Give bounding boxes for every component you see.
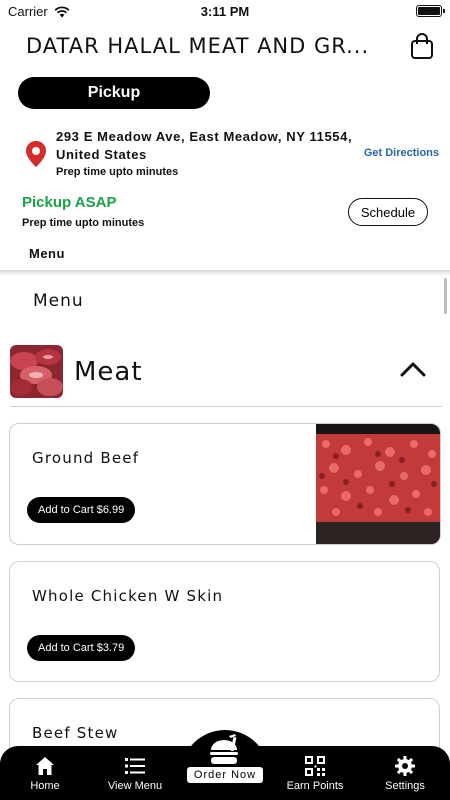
chevron-up-icon[interactable]: [400, 361, 426, 377]
header-divider: [0, 270, 450, 276]
app-header: DATAR HALAL MEAT AND GR...: [0, 28, 450, 68]
schedule-button[interactable]: Schedule: [348, 198, 428, 226]
store-address: 293 E Meadow Ave, East Meadow, NY 11554,…: [56, 129, 353, 162]
battery-icon: [416, 5, 445, 17]
nav-earn-points[interactable]: Earn Points: [270, 746, 360, 800]
tab-menu[interactable]: Menu: [29, 246, 65, 261]
qr-code-icon: [305, 756, 325, 776]
list-icon: [125, 758, 145, 774]
gear-icon: [395, 756, 415, 776]
add-to-cart-button[interactable]: Add to Cart $6.99: [27, 497, 136, 523]
prep-time-text: Prep time upto minutes: [56, 166, 179, 178]
nav-view-menu[interactable]: View Menu: [90, 746, 180, 800]
order-now-label[interactable]: Order Now: [187, 767, 263, 783]
add-to-cart-button[interactable]: Add to Cart $3.79: [27, 635, 136, 661]
pickup-prep-time-text: Prep time upto minutes: [22, 217, 145, 229]
nav-earn-points-label: Earn Points: [286, 780, 344, 792]
food-bag-icon[interactable]: [205, 733, 243, 769]
store-title: DATAR HALAL MEAT AND GR...: [26, 34, 370, 58]
clock: 3:11 PM: [200, 4, 250, 19]
ground-beef-image: [316, 424, 440, 544]
nav-home[interactable]: Home: [0, 746, 90, 800]
category-thumbnail: [10, 345, 63, 398]
menu-heading: Menu: [33, 291, 84, 311]
get-directions-link[interactable]: Get Directions: [364, 147, 439, 159]
scrollbar[interactable]: [444, 278, 447, 314]
menu-item-card[interactable]: Ground Beef Add to Cart $6.99: [9, 423, 441, 545]
item-name: Ground Beef: [32, 449, 140, 467]
nav-settings[interactable]: Settings: [360, 746, 450, 800]
menu-item-card[interactable]: Whole Chicken W Skin Add to Cart $3.79: [9, 561, 440, 682]
store-location: 293 E Meadow Ave, East Meadow, NY 11554,…: [0, 126, 450, 182]
location-pin-icon: [26, 141, 46, 167]
shopping-bag-icon[interactable]: [410, 32, 434, 60]
pickup-mode-button[interactable]: Pickup: [18, 77, 210, 109]
category-name: Meat: [74, 357, 143, 387]
item-name: Beef Stew: [32, 724, 119, 742]
home-icon: [36, 757, 54, 775]
status-bar: Carrier 3:11 PM: [0, 0, 450, 24]
pickup-asap-label: Pickup ASAP: [22, 194, 117, 211]
item-name: Whole Chicken W Skin: [32, 587, 224, 605]
nav-settings-label: Settings: [385, 780, 425, 792]
nav-view-menu-label: View Menu: [107, 780, 163, 792]
nav-home-label: Home: [30, 780, 60, 792]
category-header-meat[interactable]: Meat: [10, 343, 442, 407]
